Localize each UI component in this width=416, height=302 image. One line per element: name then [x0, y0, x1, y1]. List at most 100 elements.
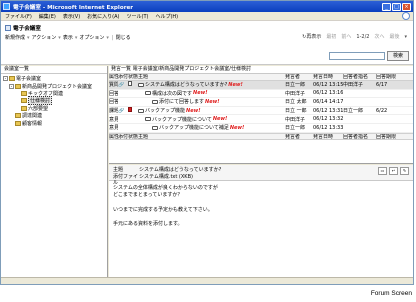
view-button[interactable]: 表示 — [63, 34, 73, 41]
document-icon — [128, 81, 132, 87]
tree-item[interactable]: 調達関連 — [1, 112, 107, 119]
close-button[interactable]: × — [402, 2, 411, 11]
refresh-button[interactable]: ↻再表示 — [302, 33, 321, 40]
column-header[interactable]: 発言者 — [285, 134, 313, 139]
column-header[interactable]: 添付 — [118, 74, 128, 80]
column-header[interactable]: 発言者 — [285, 74, 313, 80]
chevron-down-icon[interactable]: ▾ — [27, 35, 30, 41]
collapse-icon[interactable]: ▾ — [404, 34, 407, 40]
attachment-clip-icon: 🔗 — [118, 81, 125, 88]
close-view-button[interactable]: 閉じる — [116, 34, 131, 41]
attachment-link[interactable]: システム構成.txt (XKB) — [139, 174, 193, 181]
message-subject[interactable]: バックアップ機能について補足 — [159, 124, 229, 131]
message-subject[interactable]: 添付にて回答します — [159, 98, 204, 105]
tree-item[interactable]: - 電子会議室 — [1, 75, 107, 82]
deadline: 6/22 — [376, 107, 388, 114]
first-page-button[interactable]: 最初 — [326, 33, 336, 40]
column-header[interactable]: 回答期限 — [376, 74, 400, 80]
search-button[interactable]: 検索 — [387, 51, 409, 61]
option-button[interactable]: オプション — [79, 34, 104, 41]
tree-item-label: 六部要望 — [28, 105, 49, 112]
edit-icon[interactable]: ✎ — [400, 167, 409, 175]
column-header[interactable]: 主題 — [138, 74, 285, 80]
last-page-button[interactable]: 最後 — [389, 33, 399, 40]
tree-item[interactable]: 仕様検討 — [1, 96, 107, 106]
action-button[interactable]: アクション — [32, 34, 57, 41]
post-date: 06/12 13:16 — [313, 90, 343, 97]
column-header[interactable]: 発言日時 — [313, 74, 343, 80]
message-rows: 質問 🔗 システム構成はどうなっていますか? New! 日立一郎 06/12 13:15 中… — [109, 81, 413, 133]
message-subject[interactable]: 構成は次の図です — [152, 90, 192, 97]
folder-icon — [15, 83, 21, 89]
body-line: 手元にある資料を添付します。 — [113, 220, 183, 227]
figure-caption: Forum Screen — [370, 290, 412, 297]
respondent: 中田洋子 — [343, 82, 364, 89]
speech-bubble-icon — [138, 108, 144, 113]
reply-icon[interactable]: ↩ — [389, 167, 398, 175]
menu-help[interactable]: ヘルプ(H) — [155, 13, 178, 20]
search-input[interactable] — [329, 52, 385, 60]
menu-bar: ファイル(F) 編集(E) 表示(V) お気に入り(A) ツール(T) ヘルプ(… — [1, 12, 413, 21]
detail-header: 主題 システム構成はどうなっていますか? 添付ファイル システム構成.txt (… — [109, 165, 413, 186]
message-detail-panel: 主題 システム構成はどうなっていますか? 添付ファイル システム構成.txt (… — [109, 165, 413, 284]
poster: 中田洋子 — [285, 90, 306, 97]
chevron-down-icon[interactable]: ▾ — [106, 35, 109, 41]
chevron-down-icon[interactable]: ▾ — [75, 35, 78, 41]
folder-icon — [21, 105, 27, 111]
tree-item[interactable]: キックオフ関連 — [1, 90, 107, 97]
menu-tools[interactable]: ツール(T) — [127, 13, 149, 20]
maximize-button[interactable]: □ — [392, 2, 401, 11]
prev-page-button[interactable]: 前へ — [341, 33, 351, 40]
message-subject[interactable]: システム構成はどうなっていますか? — [145, 81, 227, 88]
minimize-button[interactable]: _ — [382, 2, 391, 11]
detail-tools: ▭ ↩ ✎ — [378, 167, 409, 175]
attachment-field: 添付ファイル システム構成.txt (XKB) — [113, 174, 409, 186]
app-header: 電子会議室 新規作成 ▾ アクション ▾ 表示 ▾ オプション ▾ | 閉じる ↻再表示… — [1, 21, 413, 44]
column-header[interactable]: 主題 — [138, 134, 285, 139]
menu-file[interactable]: ファイル(F) — [5, 13, 32, 20]
column-header[interactable]: 属性 — [109, 74, 118, 80]
state-cell — [128, 107, 138, 114]
column-header[interactable]: 状態 — [128, 134, 138, 139]
column-header[interactable]: 回答期限 — [376, 134, 400, 139]
ie-logo-icon — [402, 12, 410, 20]
column-header[interactable]: 発言日時 — [313, 134, 343, 139]
title-bar[interactable]: 電子会議室 - Microsoft Internet Explorer _ □ … — [1, 1, 413, 12]
speech-bubble-icon — [152, 99, 158, 104]
message-row[interactable]: 質問 🔗 システム構成はどうなっていますか? New! 日立一郎 06/12 13:15 中… — [109, 81, 413, 90]
message-row[interactable]: 回答 構成は次の図です New! 中田洋子 06/12 13:16 — [109, 90, 413, 99]
message-subject[interactable]: バックアップ機能 — [145, 107, 185, 114]
app-title: 電子会議室 — [13, 26, 41, 32]
column-header[interactable]: 回答者指名 — [343, 134, 376, 139]
message-row[interactable]: 意見 バックアップ機能について補足 New! 日立一郎 06/12 13:33 — [109, 124, 413, 133]
new-button[interactable]: 新規作成 — [5, 34, 25, 41]
new-badge: New! — [228, 81, 243, 88]
tree-item[interactable]: - 新商品開発プロジェクト会議室 — [1, 82, 107, 90]
column-header[interactable]: 状態 — [128, 74, 138, 80]
column-header[interactable]: 回答者指名 — [343, 74, 376, 80]
list-footer: 属性 添付 状態 主題 発言者 発言日時 回答者指名 回答期限 — [109, 132, 413, 140]
tree-item-label: 新商品開発プロジェクト会議室 — [22, 83, 93, 90]
menu-view[interactable]: 表示(V) — [63, 13, 80, 20]
poster: 日立一郎 — [285, 125, 306, 132]
message-row[interactable]: 意見 バックアップ機能について New! 中田洋子 06/12 13:32 — [109, 115, 413, 124]
new-badge: New! — [212, 116, 228, 123]
folder-icon — [9, 76, 15, 82]
message-subject[interactable]: バックアップ機能について — [152, 116, 212, 123]
list-header: 属性 添付 状態 主題 発言者 発言日時 回答者指名 回答期限 — [109, 74, 413, 81]
next-page-button[interactable]: 次へ — [374, 33, 384, 40]
message-row[interactable]: 課題 🔗 バックアップ機能 New! 日立 一郎 06/12 13:31 日立一郎 6/22 — [109, 107, 413, 116]
tree-item[interactable]: 六部要望 — [1, 105, 107, 112]
expand-toggle-icon[interactable]: - — [3, 76, 8, 82]
chevron-down-icon[interactable]: ▾ — [58, 35, 61, 41]
poster: 中田洋子 — [285, 116, 306, 123]
expand-toggle-icon[interactable]: - — [9, 83, 14, 89]
menu-favorites[interactable]: お気に入り(A) — [87, 13, 119, 20]
menu-edit[interactable]: 編集(E) — [39, 13, 56, 20]
column-header[interactable]: 添付 — [118, 134, 128, 139]
subject-cell: 構成は次の図です New! — [138, 90, 285, 97]
document-icon[interactable]: ▭ — [378, 167, 387, 175]
message-row[interactable]: 回答 添付にて回答します New! 日立 太郎 06/14 14:17 — [109, 98, 413, 107]
tree-item[interactable]: 顧客情報 — [1, 119, 107, 127]
column-header[interactable]: 属性 — [109, 134, 118, 139]
